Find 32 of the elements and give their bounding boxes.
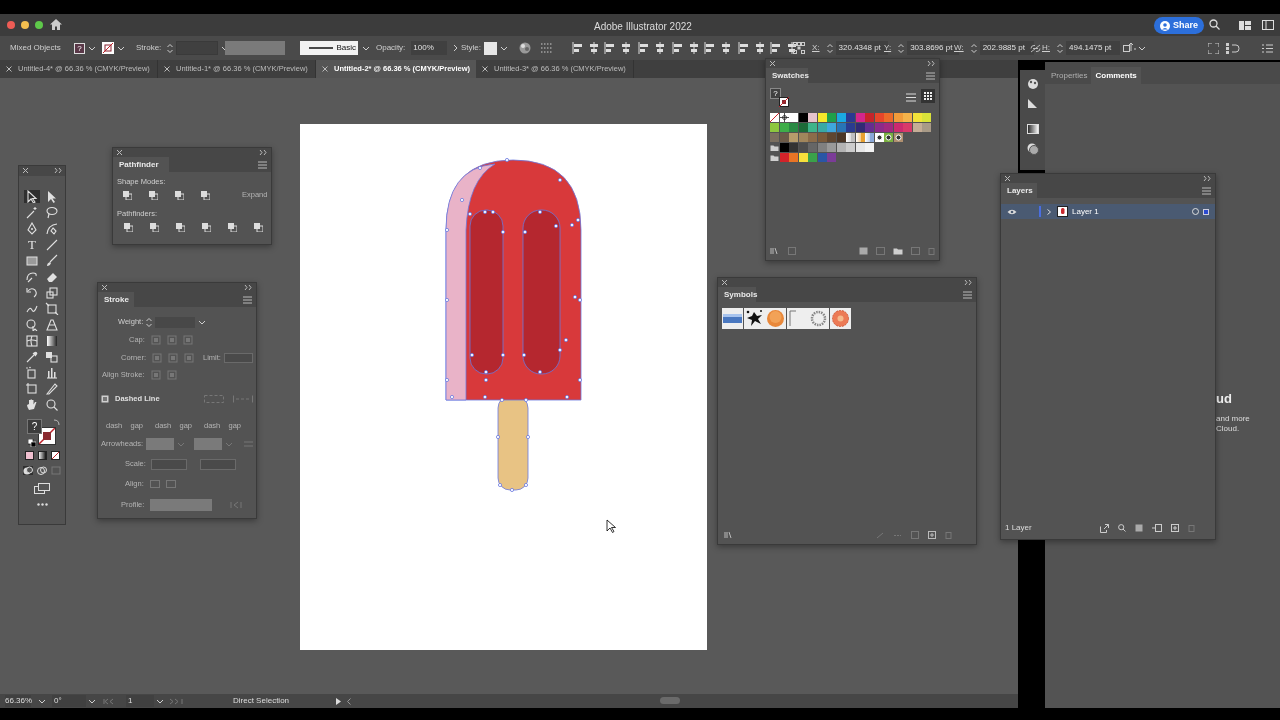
style-label: Style: [461,42,481,54]
height-field[interactable]: 494.1475 pt [1066,41,1120,55]
stroke-label: Stroke: [136,42,162,54]
panel-tab[interactable]: Stroke [98,292,134,307]
dock-tab[interactable]: Properties [1047,67,1092,84]
zoom-field[interactable]: 66.36% [5,695,31,707]
fill-indicator[interactable]: ? [27,419,42,434]
panel-tab[interactable]: Symbols [718,287,756,302]
width-field[interactable]: 202.9885 pt [979,41,1034,55]
brush-definition-field[interactable]: Basic [300,41,358,55]
promo-text: and more [1216,413,1250,425]
promo-text: Cloud. [1216,423,1240,435]
opacity-label: Opacity: [376,42,406,54]
artboard-field[interactable]: 1 [126,695,154,707]
type-tool-button[interactable]: T [24,238,40,251]
selection-label: Mixed Objects [10,42,61,54]
promo-heading: ud [1216,390,1232,408]
window-title: Adobe Illustrator 2022 [594,20,692,34]
layer-row[interactable]: Layer 1 [1001,204,1215,219]
layer-count: 1 Layer [1005,522,1032,534]
h-label: H: [1042,42,1050,54]
rotation-field[interactable]: 0° [52,695,86,707]
opacity-field[interactable]: 100% [411,41,448,55]
current-tool-label: Direct Selection [233,695,290,707]
share-button[interactable]: Share [1154,17,1204,34]
panel-tab[interactable]: Layers [1001,183,1037,198]
panel-tab[interactable]: Pathfinder [113,157,169,172]
panel-tab[interactable]: Swatches [766,68,808,83]
fill-indicator[interactable]: ? [770,88,781,99]
fill-swatch[interactable]: ? [74,42,85,54]
x-label: X: [812,42,820,54]
dock-tab[interactable]: Comments [1091,67,1141,84]
